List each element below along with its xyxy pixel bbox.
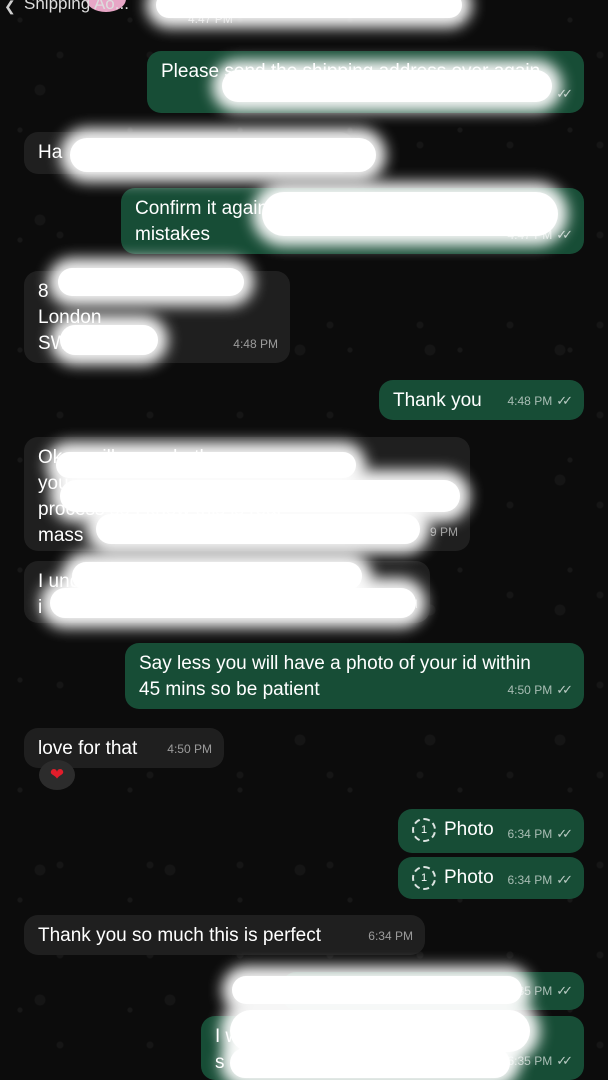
read-receipt-icon: ✓✓ — [556, 682, 573, 697]
message-meta: 4:48 PM — [233, 331, 278, 357]
message-meta: 4:50 PM — [167, 736, 212, 762]
message-time: 6:34 PM — [507, 873, 553, 887]
view-once-icon: 1 — [412, 818, 436, 842]
message-time: 4:48 PM — [233, 337, 278, 351]
message-meta: 6:35 PM ✓✓ — [508, 1048, 573, 1074]
redaction-mark — [70, 138, 376, 172]
message-time: 4:50 PM — [167, 742, 212, 756]
message-text: Photo — [444, 867, 494, 888]
back-arrow-icon[interactable]: ❮ — [4, 0, 16, 15]
message-outgoing[interactable]: Thank you 4:48 PM ✓✓ — [379, 380, 584, 420]
message-time: 6:35 PM — [507, 1054, 553, 1068]
message-outgoing-photo[interactable]: 1 Photo 6:34 PM ✓✓ — [398, 809, 584, 853]
heart-reaction-icon[interactable]: ❤ — [39, 760, 75, 790]
message-meta: 9 PM — [430, 519, 458, 545]
message-text: Photo — [444, 819, 494, 840]
read-receipt-icon: ✓✓ — [556, 86, 573, 101]
message-meta: 4:48 PM ✓✓ — [508, 388, 573, 414]
redaction-mark — [60, 480, 460, 512]
message-text: Thank you so much this is perfect — [38, 925, 322, 946]
message-time: 4:48 PM — [507, 394, 553, 408]
redaction-mark — [230, 1048, 510, 1078]
read-receipt-icon: ✓✓ — [556, 393, 573, 408]
read-receipt-icon: ✓✓ — [556, 983, 573, 998]
message-incoming[interactable]: Thank you so much this is perfect 6:34 P… — [24, 915, 425, 955]
redaction-mark — [156, 0, 462, 18]
message-meta: 6:34 PM — [368, 923, 413, 949]
redaction-mark — [72, 562, 362, 590]
message-meta: ✓✓ — [552, 81, 573, 107]
message-meta: 6:34 PM ✓✓ — [508, 867, 573, 893]
view-once-icon: 1 — [412, 866, 436, 890]
redaction-mark — [56, 452, 356, 478]
redaction-mark — [262, 192, 558, 236]
partial-preview-text: Shipping Ao... — [24, 0, 129, 13]
read-receipt-icon: ✓✓ — [556, 872, 573, 887]
message-time: 35 PM — [517, 984, 553, 998]
read-receipt-icon: ✓✓ — [556, 1053, 573, 1068]
redaction-mark — [58, 268, 244, 296]
message-time: 9 PM — [429, 525, 458, 539]
redaction-mark — [50, 588, 416, 618]
redaction-mark — [60, 325, 158, 355]
message-time: 4:50 PM — [507, 683, 553, 697]
message-meta: 4:50 PM ✓✓ — [508, 677, 573, 703]
redaction-mark — [96, 514, 420, 544]
redaction-mark — [230, 1010, 530, 1052]
message-outgoing-photo[interactable]: 1 Photo 6:34 PM ✓✓ — [398, 857, 584, 899]
message-meta: 6:34 PM ✓✓ — [508, 821, 573, 847]
message-outgoing[interactable]: Say less you will have a photo of your i… — [125, 643, 584, 709]
redaction-mark — [232, 976, 522, 1004]
read-receipt-icon: ✓✓ — [556, 826, 573, 841]
message-text: Say less you will have a photo of your i… — [139, 653, 531, 700]
redaction-mark — [222, 70, 552, 102]
message-meta: 35 PM ✓✓ — [517, 978, 573, 1004]
message-time: 6:34 PM — [368, 929, 413, 943]
message-time: 6:34 PM — [507, 827, 553, 841]
read-receipt-icon: ✓✓ — [556, 227, 573, 242]
